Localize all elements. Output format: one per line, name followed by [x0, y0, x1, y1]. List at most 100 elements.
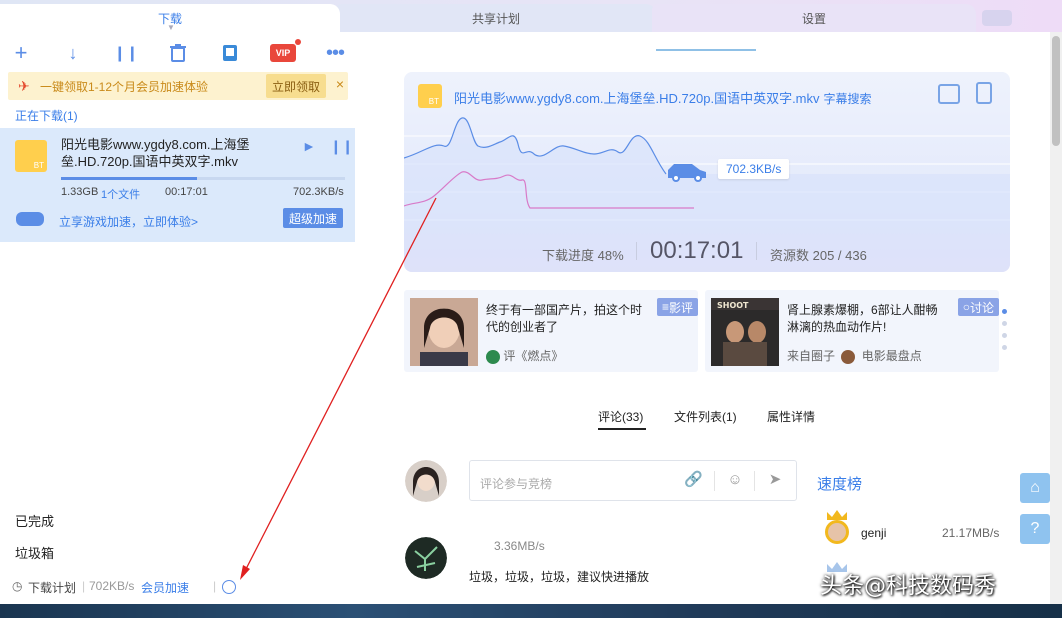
help-icon[interactable]: ? — [1020, 514, 1050, 544]
bt-file-icon — [15, 140, 47, 172]
news-thumbnail: SHOOT — [711, 298, 779, 366]
more-icon[interactable]: ••• — [324, 42, 346, 64]
news-title: 肾上腺素爆棚，6部让人酣畅淋漓的热血动作片! — [787, 303, 938, 334]
trash-icon[interactable] — [167, 42, 189, 64]
home-icon[interactable]: ⌂ — [1020, 473, 1050, 503]
tab-download[interactable]: 下载 ▼ — [0, 4, 340, 32]
news-thumbnail — [410, 298, 478, 366]
top-indicator-line — [656, 49, 756, 51]
tab-bar: 共享计划 设置 下载 ▼ — [0, 0, 1062, 32]
vip-label: VIP — [270, 44, 296, 62]
elapsed-time: 00:17:01 — [650, 237, 744, 264]
pause-icon[interactable]: ❙❙ — [113, 42, 138, 64]
gamepad-icon — [16, 212, 44, 226]
tab-comments[interactable]: 评论(33) — [598, 408, 643, 425]
news-card[interactable]: 终于有一部国产片，拍这个时代的创业者了 ≡ 影评 评《燃点》 — [404, 290, 698, 372]
news-card[interactable]: SHOOT 肾上腺素爆棚，6部让人酣畅淋漓的热血动作片! ○ 讨论 来自圈子 电… — [705, 290, 999, 372]
task-file-count[interactable]: 1个文件 — [101, 186, 140, 202]
promo-banner: ✈ 一键领取1-12个月会员加速体验 立即领取 × — [8, 72, 348, 100]
progress-label: 下载进度 48% — [542, 248, 624, 263]
avatar — [405, 460, 447, 502]
scrollbar-thumb[interactable] — [1052, 36, 1060, 146]
separator — [756, 242, 757, 260]
sources-label: 资源数 205 / 436 — [770, 248, 867, 263]
vip-icon[interactable]: VIP — [269, 39, 301, 64]
link-icon[interactable]: 🔗 — [684, 471, 703, 489]
news-footer: 评《燃点》 — [486, 347, 563, 364]
watermark: 头条@科技数码秀 — [820, 574, 997, 599]
news-footer: 来自圈子 电影最盘点 — [787, 347, 922, 364]
plus-icon[interactable]: + — [10, 40, 32, 65]
tab-share-plan[interactable]: 共享计划 — [336, 4, 656, 32]
separator — [636, 242, 637, 260]
comment-placeholder: 评论参与竞榜 — [480, 477, 553, 491]
member-accel-link[interactable]: 会员加速 — [141, 579, 189, 596]
news-footer-text: 评《燃点》 — [503, 349, 564, 363]
ranking-name[interactable]: genji — [861, 526, 886, 540]
toolbar: + ↓ ❙❙ VIP ••• — [0, 38, 362, 68]
task-elapsed: 00:17:01 — [165, 186, 208, 198]
tab-properties[interactable]: 属性详情 — [767, 408, 815, 425]
play-icon[interactable]: ► — [302, 138, 316, 154]
task-speed: 702.3KB/s — [293, 186, 344, 198]
task-progress-bar — [61, 177, 345, 180]
current-speed-tag: 702.3KB/s — [718, 159, 790, 179]
task-size: 1.33GB — [61, 186, 99, 198]
claim-button[interactable]: 立即领取 — [266, 74, 326, 98]
pause-icon[interactable]: ❙❙ — [330, 138, 353, 155]
task-file-name: 阳光电影www.ygdy8.com.上海堡垒.HD.720p.国语中英双字.mk… — [61, 137, 250, 169]
phone-icon[interactable] — [219, 42, 241, 64]
svg-text:SHOOT: SHOOT — [717, 301, 749, 310]
comment-text: 垃圾，垃圾，垃圾，建议快进播放 — [469, 570, 650, 584]
review-tag-label: 影评 — [668, 300, 693, 315]
super-accel-button[interactable]: 超级加速 — [283, 208, 343, 228]
separator: | — [213, 579, 217, 593]
download-stats: 下载进度 48% 00:17:01 资源数 205 / 436 — [404, 232, 1010, 264]
avatar — [486, 349, 500, 364]
tab-settings[interactable]: 设置 — [652, 4, 976, 32]
speed-limit-icon[interactable] — [222, 580, 236, 594]
review-tag: ≡ 影评 — [656, 298, 698, 316]
news-footer-source: 来自圈子 — [787, 349, 836, 363]
game-accel-link[interactable]: 立享游戏加速，立即体验> — [59, 213, 198, 230]
tab-extra-button[interactable] — [982, 10, 1012, 26]
avatar — [841, 349, 856, 364]
separator — [754, 471, 755, 491]
tab-share-plan-label: 共享计划 — [471, 11, 520, 26]
avatar — [405, 537, 447, 579]
detail-pane: 阳光电影www.ygdy8.com.上海堡垒.HD.720p.国语中英双字.mk… — [362, 32, 1050, 618]
status-speed: 702KB/s — [89, 579, 135, 593]
promo-text: 一键领取1-12个月会员加速体验 — [40, 79, 209, 94]
tab-file-list[interactable]: 文件列表(1) — [674, 408, 737, 425]
ranking-speed: 21.17MB/s — [942, 526, 1000, 540]
plane-icon: ✈ — [18, 78, 30, 94]
comment-input[interactable]: 评论参与竞榜 🔗 ☺ ➤ — [469, 460, 797, 501]
download-detail-card: 阳光电影www.ygdy8.com.上海堡垒.HD.720p.国语中英双字.mk… — [404, 72, 1010, 272]
download-plan-link[interactable]: 下载计划 — [28, 579, 76, 596]
gold-crown-avatar — [825, 510, 849, 544]
desktop-background-strip — [0, 604, 1062, 618]
completed-item[interactable]: 已完成 — [15, 511, 54, 530]
news-footer-group[interactable]: 电影最盘点 — [862, 349, 922, 363]
close-icon[interactable]: × — [336, 76, 344, 92]
trash-item[interactable]: 垃圾箱 — [15, 543, 54, 562]
clock-icon: ◷ — [12, 579, 23, 593]
download-list-pane: + ↓ ❙❙ VIP ••• ✈ 一键领取1-12个月会员加速体验 立即领取 ×… — [0, 32, 362, 618]
separator — [714, 471, 715, 491]
speed-ranking-title: 速度榜 — [817, 476, 863, 493]
download-arrow-icon[interactable]: ↓ — [62, 42, 84, 64]
downloading-section-title[interactable]: 正在下载(1) — [15, 107, 78, 124]
separator: | — [82, 579, 86, 593]
news-title: 终于有一部国产片，拍这个时代的创业者了 — [486, 303, 643, 334]
emoji-icon[interactable]: ☺ — [726, 471, 744, 489]
download-task[interactable]: 阳光电影www.ygdy8.com.上海堡垒.HD.720p.国语中英双字.mk… — [0, 128, 355, 242]
status-bar: ◷ 下载计划 | 702KB/s 会员加速 | — [0, 577, 362, 597]
scrollbar[interactable] — [1050, 32, 1062, 618]
task-progress-fill — [61, 177, 198, 180]
notification-dot — [295, 39, 301, 45]
active-tab-underline — [598, 428, 646, 430]
send-icon[interactable]: ➤ — [766, 471, 784, 489]
discuss-tag-label: 讨论 — [969, 300, 994, 315]
carousel-dots[interactable] — [1002, 309, 1007, 357]
comment-speed: 3.36MB/s — [494, 539, 545, 553]
